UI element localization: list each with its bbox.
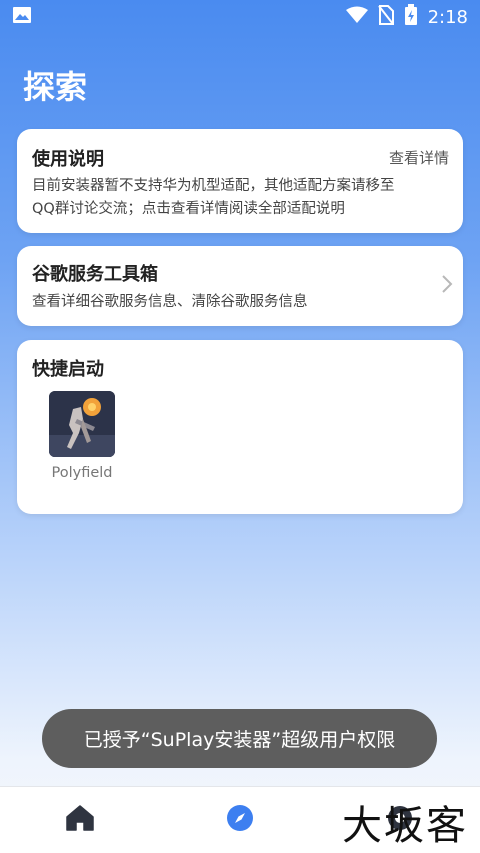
quick-card-title: 快捷启动 bbox=[32, 359, 104, 380]
nav-home[interactable] bbox=[40, 790, 120, 850]
nav-explore[interactable] bbox=[200, 790, 280, 850]
usage-card-title: 使用说明 bbox=[32, 149, 104, 170]
google-card-title: 谷歌服务工具箱 bbox=[32, 264, 158, 285]
watermark: 大坂客 bbox=[342, 803, 468, 849]
image-icon bbox=[12, 6, 32, 28]
home-icon bbox=[65, 804, 95, 836]
polyfield-app-icon bbox=[49, 391, 115, 457]
usage-card-line-2: QQ群讨论交流；点击查看详情阅读全部适配说明 bbox=[32, 201, 345, 217]
google-services-toolbox-card[interactable]: 谷歌服务工具箱 查看详细谷歌服务信息、清除谷歌服务信息 bbox=[17, 246, 463, 326]
page-title: 探索 bbox=[23, 68, 88, 106]
usage-instructions-card[interactable]: 使用说明 查看详情 目前安装器暂不支持华为机型适配，其他适配方案请移至 QQ群讨… bbox=[17, 129, 463, 233]
quick-launch-card: 快捷启动 Polyfield bbox=[17, 340, 463, 514]
clock: 2:18 bbox=[427, 6, 468, 28]
battery-charging-icon bbox=[404, 3, 418, 31]
wifi-icon bbox=[345, 6, 368, 29]
google-card-desc: 查看详细谷歌服务信息、清除谷歌服务信息 bbox=[32, 294, 308, 310]
app-shortcut-polyfield[interactable]: Polyfield bbox=[49, 391, 115, 481]
app-label: Polyfield bbox=[51, 465, 113, 481]
toast-message: 已授予“SuPlay安装器”超级用户权限 bbox=[42, 709, 437, 768]
view-details-link[interactable]: 查看详情 bbox=[389, 147, 449, 168]
chevron-right-icon bbox=[441, 274, 453, 298]
no-sim-icon bbox=[377, 4, 394, 30]
compass-icon bbox=[226, 804, 254, 836]
usage-card-line-1: 目前安装器暂不支持华为机型适配，其他适配方案请移至 bbox=[32, 178, 395, 194]
status-bar: 2:18 bbox=[0, 0, 480, 34]
